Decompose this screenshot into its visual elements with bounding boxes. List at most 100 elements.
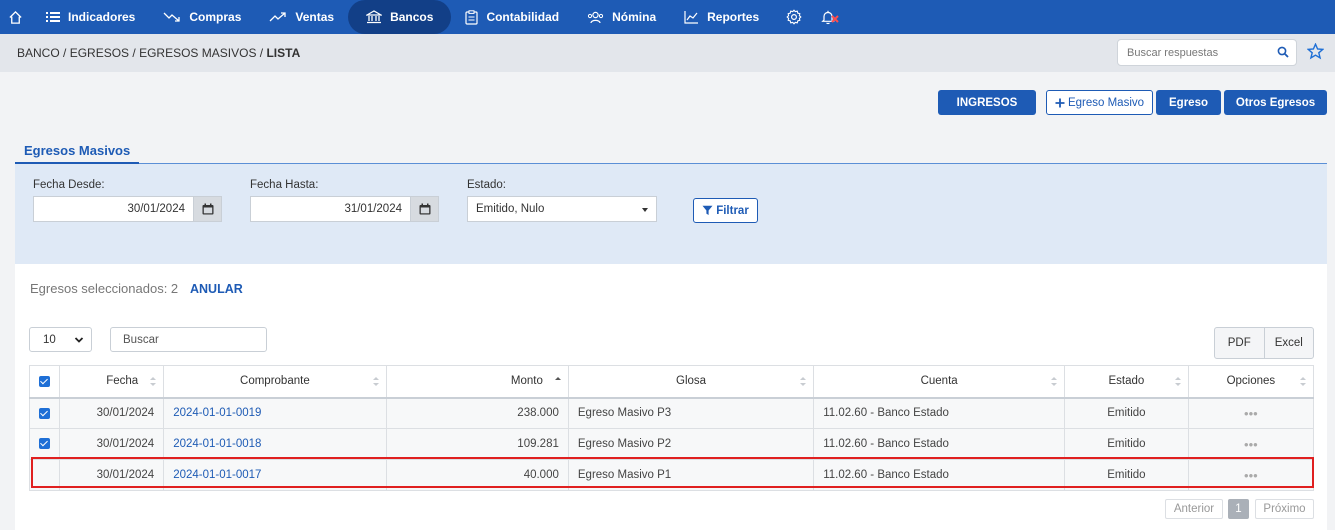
more-options-icon[interactable]: ••• xyxy=(1244,437,1258,452)
row-checkbox[interactable] xyxy=(29,459,60,491)
cell-cuenta: 11.02.60 - Banco Estado xyxy=(813,459,1066,491)
nav-indicadores[interactable]: Indicadores xyxy=(30,0,149,34)
export-buttons: PDF Excel xyxy=(1214,327,1314,359)
nav-bancos-label: Bancos xyxy=(390,10,434,24)
header-opciones[interactable]: Opciones xyxy=(1187,365,1315,399)
nav-bancos[interactable]: Bancos xyxy=(348,0,452,34)
pagination-prev[interactable]: Anterior xyxy=(1165,499,1223,519)
cell-monto: 238.000 xyxy=(385,397,569,429)
nav-contabilidad[interactable]: Contabilidad xyxy=(451,0,573,34)
header-estado[interactable]: Estado xyxy=(1064,365,1189,399)
egreso-masivo-button[interactable]: Egreso Masivo xyxy=(1046,90,1153,115)
pagination-next[interactable]: Próximo xyxy=(1255,499,1314,519)
cell-comprobante: 2024-01-01-0017 xyxy=(163,459,387,491)
breadcrumb-egresos-masivos[interactable]: EGRESOS MASIVOS xyxy=(139,46,256,60)
fecha-desde-input[interactable]: 30/01/2024 xyxy=(33,196,194,222)
estado-label: Estado: xyxy=(467,179,506,191)
settings-button[interactable] xyxy=(777,0,811,34)
gear-icon xyxy=(786,9,802,25)
star-icon[interactable] xyxy=(1307,43,1324,60)
table-row[interactable]: 30/01/2024 2024-01-01-0018 109.281 Egres… xyxy=(29,428,1315,460)
nav-ventas-label: Ventas xyxy=(295,10,335,24)
cell-monto: 109.281 xyxy=(385,428,569,460)
cell-fecha: 30/01/2024 xyxy=(58,428,165,460)
search-icon[interactable] xyxy=(1277,46,1289,58)
selected-count-text: Egresos seleccionados: 2 xyxy=(30,281,179,296)
cell-comprobante: 2024-01-01-0019 xyxy=(163,397,387,429)
filtrar-button[interactable]: Filtrar xyxy=(693,198,758,223)
estado-select[interactable]: Emitido, Nulo xyxy=(467,196,657,222)
breadcrumb-current: LISTA xyxy=(266,46,301,60)
select-all-checkbox[interactable] xyxy=(29,365,60,399)
row-checkbox[interactable] xyxy=(29,428,60,460)
header-glosa-label: Glosa xyxy=(676,375,707,388)
sort-icon xyxy=(150,377,157,387)
table-search-input[interactable]: Buscar xyxy=(110,327,267,352)
comprobante-link[interactable]: 2024-01-01-0019 xyxy=(173,407,261,419)
notifications-button[interactable] xyxy=(811,0,845,34)
nav-reportes[interactable]: Reportes xyxy=(670,0,773,34)
cell-glosa: Egreso Masivo P2 xyxy=(567,428,815,460)
sort-asc-icon xyxy=(554,377,562,387)
page-size-value: 10 xyxy=(43,333,56,346)
cell-opciones: ••• xyxy=(1187,397,1315,429)
cell-comprobante: 2024-01-01-0018 xyxy=(163,428,387,460)
header-cuenta-label: Cuenta xyxy=(920,375,958,388)
header-glosa[interactable]: Glosa xyxy=(567,365,815,399)
home-button[interactable] xyxy=(0,0,30,34)
breadcrumb-bar: BANCO / EGRESOS / EGRESOS MASIVOS / LIST… xyxy=(0,34,1335,72)
table-header-row: Fecha Comprobante Monto Glosa Cuenta Est… xyxy=(29,365,1315,399)
cell-estado: Emitido xyxy=(1064,428,1189,460)
egreso-button[interactable]: Egreso xyxy=(1156,90,1221,115)
more-options-icon[interactable]: ••• xyxy=(1244,406,1258,421)
fecha-desde-calendar-button[interactable] xyxy=(193,196,222,222)
clipboard-icon xyxy=(465,9,479,25)
header-monto[interactable]: Monto xyxy=(385,365,569,399)
otros-egresos-button[interactable]: Otros Egresos xyxy=(1224,90,1327,115)
header-comprobante[interactable]: Comprobante xyxy=(163,365,387,399)
nav-ventas[interactable]: Ventas xyxy=(255,0,348,34)
breadcrumb-banco[interactable]: BANCO xyxy=(17,46,60,60)
page-size-select[interactable]: 10 xyxy=(29,327,92,352)
table-row[interactable]: 30/01/2024 2024-01-01-0017 40.000 Egreso… xyxy=(29,459,1315,491)
cell-cuenta: 11.02.60 - Banco Estado xyxy=(813,428,1066,460)
comprobante-link[interactable]: 2024-01-01-0018 xyxy=(173,438,261,450)
egresos-table: Fecha Comprobante Monto Glosa Cuenta Est… xyxy=(29,365,1315,491)
breadcrumb-egresos[interactable]: EGRESOS xyxy=(70,46,129,60)
nav-compras-label: Compras xyxy=(189,10,242,24)
sort-icon xyxy=(1051,377,1058,387)
cell-fecha: 30/01/2024 xyxy=(58,397,165,429)
nav-compras[interactable]: Compras xyxy=(149,0,255,34)
fecha-hasta-label: Fecha Hasta: xyxy=(250,179,319,191)
tab-egresos-masivos[interactable]: Egresos Masivos xyxy=(15,139,140,164)
cell-glosa: Egreso Masivo P3 xyxy=(567,397,815,429)
nav-nomina-label: Nómina xyxy=(612,10,657,24)
header-cuenta[interactable]: Cuenta xyxy=(813,365,1066,399)
header-fecha[interactable]: Fecha xyxy=(58,365,165,399)
sort-icon xyxy=(1174,377,1182,387)
export-pdf-button[interactable]: PDF xyxy=(1215,328,1264,358)
table-row[interactable]: 30/01/2024 2024-01-01-0019 238.000 Egres… xyxy=(29,397,1315,429)
fecha-hasta-input[interactable]: 31/01/2024 xyxy=(250,196,411,222)
anular-button[interactable]: ANULAR xyxy=(190,282,243,296)
comprobante-link[interactable]: 2024-01-01-0017 xyxy=(173,469,261,481)
ingresos-button[interactable]: INGRESOS xyxy=(938,90,1036,115)
home-icon xyxy=(8,10,22,24)
nav-nomina[interactable]: Nómina xyxy=(573,0,670,34)
help-search-input[interactable]: Buscar respuestas xyxy=(1117,39,1297,66)
estado-select-value: Emitido, Nulo xyxy=(476,203,545,215)
trend-up-icon xyxy=(269,12,287,22)
pagination-page-1[interactable]: 1 xyxy=(1228,499,1249,519)
fecha-desde-label: Fecha Desde: xyxy=(33,179,105,191)
nav-contabilidad-label: Contabilidad xyxy=(486,10,560,24)
fecha-hasta-calendar-button[interactable] xyxy=(410,196,439,222)
export-excel-button[interactable]: Excel xyxy=(1263,328,1314,358)
nav-indicadores-label: Indicadores xyxy=(68,10,136,24)
sort-icon xyxy=(372,377,380,387)
trend-down-icon xyxy=(163,12,181,22)
header-monto-label: Monto xyxy=(510,375,543,388)
list-icon xyxy=(46,12,60,22)
cell-glosa: Egreso Masivo P1 xyxy=(567,459,815,491)
row-checkbox[interactable] xyxy=(29,397,60,429)
more-options-icon[interactable]: ••• xyxy=(1244,468,1258,483)
